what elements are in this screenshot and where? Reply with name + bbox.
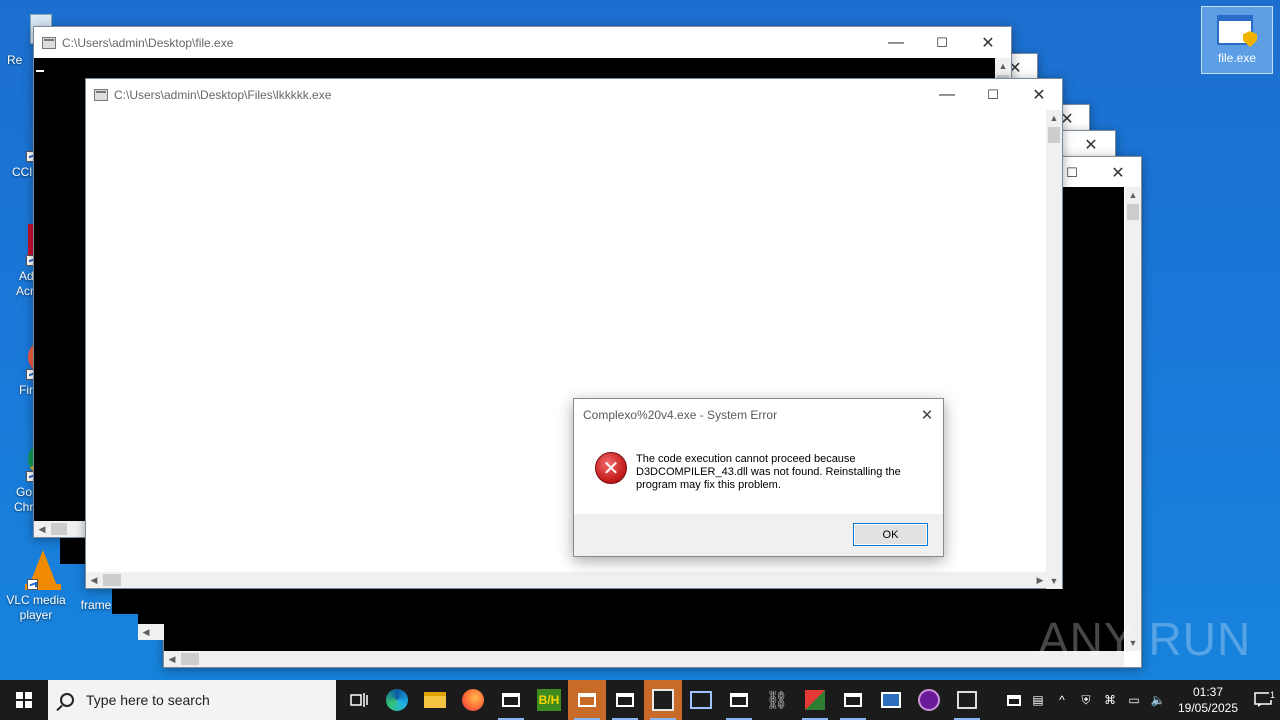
scrollbar-thumb[interactable]: [1048, 127, 1060, 143]
scrollbar-thumb[interactable]: [181, 653, 199, 665]
scroll-down-arrow-icon[interactable]: ▼: [1046, 573, 1062, 589]
clock-date: 19/05/2025: [1177, 701, 1239, 715]
scroll-left-arrow-icon[interactable]: ◀: [164, 651, 180, 667]
tray-network-monitor-icon[interactable]: ▤: [1026, 680, 1050, 720]
error-icon: ✕: [595, 452, 627, 484]
process-tool-icon[interactable]: [948, 680, 986, 720]
chevron-up-icon[interactable]: ^: [1050, 680, 1074, 720]
close-icon[interactable]: ✕: [911, 406, 943, 424]
security-shield-icon[interactable]: ⛨: [1074, 680, 1098, 720]
window-title: C:\Users\admin\Desktop\Files\lkkkkk.exe: [114, 87, 332, 102]
application-window-icon: [1217, 15, 1257, 49]
complexo-app-icon[interactable]: [644, 680, 682, 720]
dialog-footer: OK: [574, 514, 943, 556]
file-explorer-icon[interactable]: [416, 680, 454, 720]
scroll-right-arrow-icon[interactable]: ▶: [1032, 572, 1048, 588]
dialog-titlebar[interactable]: Complexo%20v4.exe - System Error ✕: [574, 399, 943, 430]
edge-icon[interactable]: [378, 680, 416, 720]
scroll-up-arrow-icon[interactable]: ▲: [1125, 187, 1141, 203]
console-fragment: [60, 536, 86, 564]
scrollbar-thumb[interactable]: [1127, 204, 1139, 220]
desktop-icon-label: VLC media player: [6, 593, 66, 622]
horizontal-scrollbar[interactable]: ◀: [138, 624, 164, 640]
desktop-icon-file-exe[interactable]: file.exe: [1201, 6, 1273, 74]
volume-icon[interactable]: 🔈: [1146, 680, 1170, 720]
installer-icon[interactable]: [796, 680, 834, 720]
console-app-icon: [42, 36, 56, 49]
anyrun-watermark: ANY RUN: [1038, 613, 1252, 665]
window-glyph-icon: [616, 693, 634, 707]
action-center-icon[interactable]: 1: [1246, 690, 1280, 708]
tray-window-icon[interactable]: [1002, 680, 1026, 720]
taskbar: Type here to search B/H ⛓ ▤ ^ ⛨ ⌘ ▭ 🔈 01…: [0, 680, 1280, 720]
scroll-up-arrow-icon[interactable]: ▲: [995, 58, 1011, 74]
horizontal-scrollbar[interactable]: ◀ ▶: [86, 572, 1048, 588]
close-icon[interactable]: ✕: [965, 27, 1011, 58]
monitor-icon[interactable]: [872, 680, 910, 720]
dialog-title: Complexo%20v4.exe - System Error: [583, 407, 778, 422]
purple-app-icon[interactable]: [910, 680, 948, 720]
console-window-taskbar-icon[interactable]: [568, 680, 606, 720]
firefox-taskbar-icon[interactable]: [454, 680, 492, 720]
console-window-taskbar-icon[interactable]: [834, 680, 872, 720]
link-icon[interactable]: ⛓: [758, 680, 796, 720]
maximize-icon[interactable]: ☐: [919, 27, 965, 58]
search-icon: [60, 693, 74, 707]
minimize-icon[interactable]: —: [924, 79, 970, 110]
dialog-body: ✕ The code execution cannot proceed beca…: [574, 430, 943, 514]
window-titlebar[interactable]: C:\Users\admin\Desktop\Files\lkkkkk.exe …: [86, 79, 1062, 110]
ok-button[interactable]: OK: [853, 523, 928, 546]
window-glyph-icon: [578, 693, 596, 707]
window-titlebar[interactable]: C:\Users\admin\Desktop\file.exe — ☐ ✕: [34, 27, 1011, 58]
scrollbar-thumb[interactable]: [103, 574, 121, 586]
window-title: C:\Users\admin\Desktop\file.exe: [62, 35, 234, 50]
text-cursor: [36, 70, 44, 72]
scrollbar-thumb[interactable]: [51, 523, 67, 535]
window-glyph-icon: [730, 693, 748, 707]
console-window-taskbar-icon[interactable]: [720, 680, 758, 720]
tray-app-icon[interactable]: ⌘: [1098, 680, 1122, 720]
network-tool-icon[interactable]: [682, 680, 720, 720]
system-error-dialog[interactable]: Complexo%20v4.exe - System Error ✕ ✕ The…: [573, 398, 944, 557]
task-view-icon[interactable]: [340, 680, 378, 720]
close-icon[interactable]: ✕: [1095, 157, 1141, 188]
scroll-left-arrow-icon[interactable]: ◀: [86, 572, 102, 588]
window-glyph-icon: [502, 693, 520, 707]
vertical-scrollbar[interactable]: ▲ ▼: [1125, 187, 1141, 651]
horizontal-scrollbar[interactable]: ◀: [164, 651, 1124, 667]
close-icon[interactable]: ✕: [1016, 79, 1062, 110]
close-icon[interactable]: ✕: [1066, 131, 1116, 159]
search-placeholder: Type here to search: [86, 692, 210, 708]
console-window-taskbar-icon[interactable]: [606, 680, 644, 720]
taskbar-clock[interactable]: 01:37 19/05/2025: [1170, 684, 1246, 716]
clock-time: 01:37: [1192, 685, 1224, 699]
network-icon[interactable]: ▭: [1122, 680, 1146, 720]
shortcut-arrow-icon: [27, 579, 38, 590]
console-fragment: [138, 588, 164, 624]
console-window-taskbar-icon[interactable]: [492, 680, 530, 720]
scroll-left-arrow-icon[interactable]: ◀: [34, 521, 50, 537]
minimize-icon[interactable]: —: [873, 27, 919, 58]
vlc-cone-icon: [15, 548, 61, 590]
desktop-icon-label: file.exe: [1217, 51, 1257, 65]
bh-app-icon[interactable]: B/H: [530, 680, 568, 720]
window-glyph-icon: [844, 693, 862, 707]
task-view-glyph-icon: [350, 693, 368, 707]
scroll-up-arrow-icon[interactable]: ▲: [1046, 110, 1062, 126]
maximize-icon[interactable]: ☐: [970, 79, 1016, 110]
error-message: The code execution cannot proceed becaus…: [636, 453, 901, 491]
vertical-scrollbar[interactable]: ▲ ▼: [1046, 110, 1062, 589]
console-app-icon: [94, 88, 108, 101]
notification-count: 1: [1268, 690, 1276, 700]
taskbar-search-box[interactable]: Type here to search: [48, 680, 336, 720]
windows-logo-icon: [16, 692, 32, 708]
start-button[interactable]: [0, 680, 48, 720]
scroll-left-arrow-icon[interactable]: ◀: [138, 624, 154, 640]
system-tray: ▤ ^ ⛨ ⌘ ▭ 🔈 01:37 19/05/2025 1: [1002, 680, 1280, 720]
